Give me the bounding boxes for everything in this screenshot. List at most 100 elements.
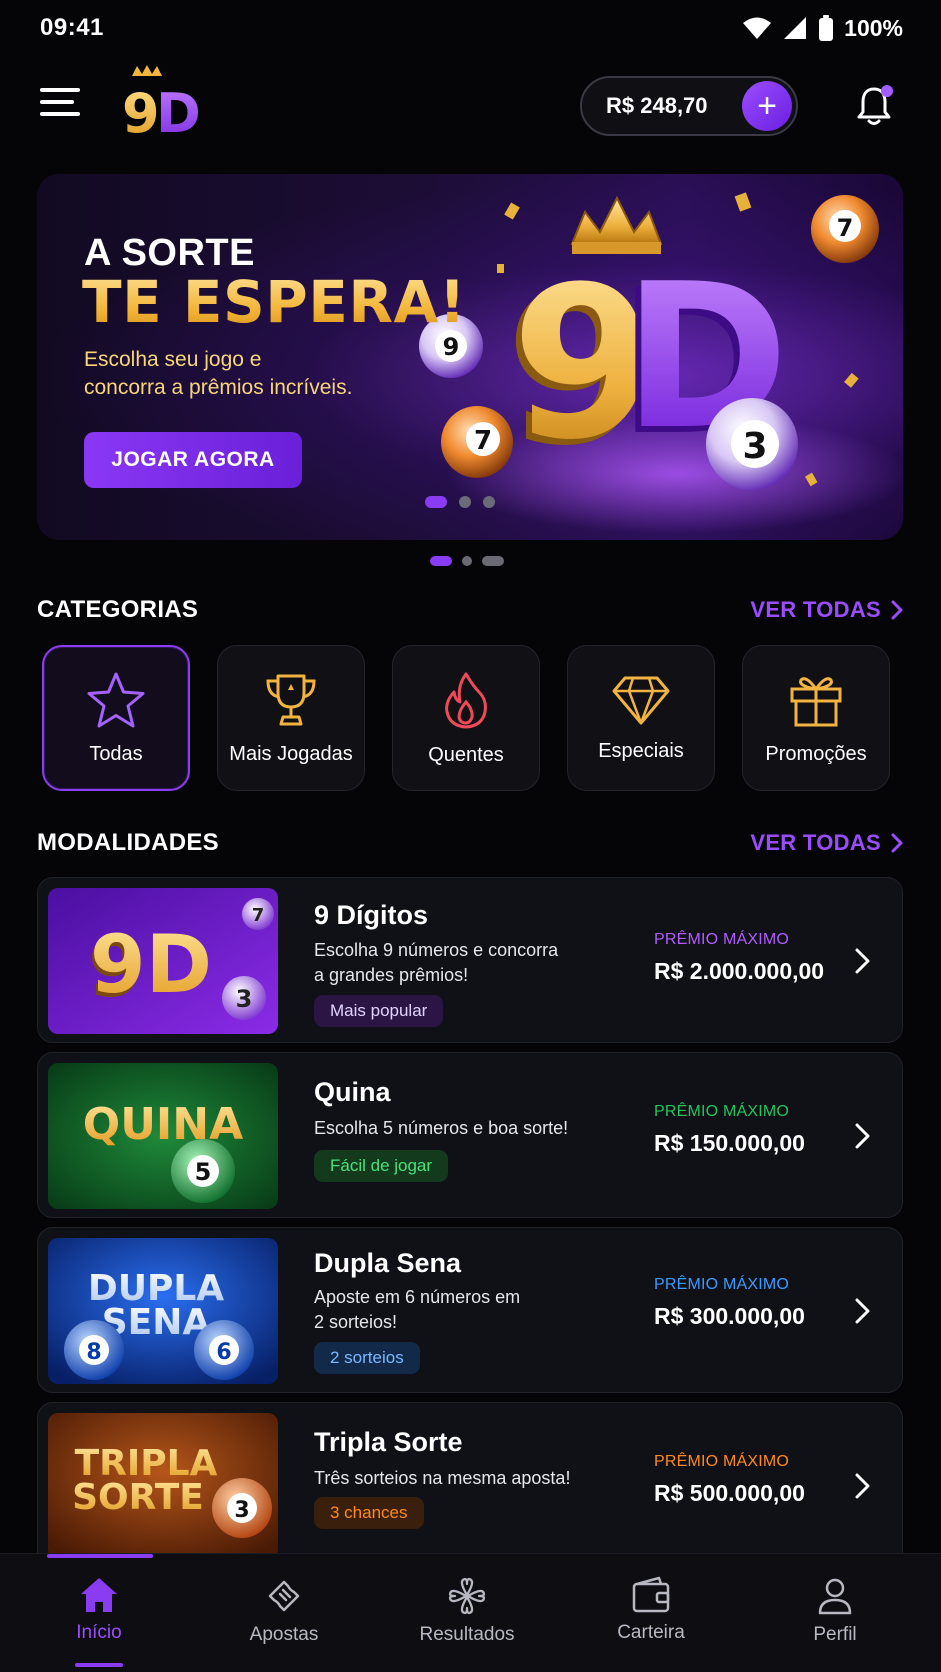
category-promocoes[interactable]: Promoções [742, 645, 890, 791]
thumb-dupla-ball-2: 6 [216, 1340, 231, 1365]
status-bar: 09:41 100% [0, 0, 941, 56]
categories-header: CATEGORIAS VER TODAS [37, 594, 903, 626]
banner-dot-3[interactable] [483, 496, 495, 508]
thumb-quina-text: QUINA [83, 1099, 243, 1150]
thumb-sorte-text: SORTE [72, 1477, 204, 1518]
chevron-right-icon [891, 833, 903, 853]
nav-item-inicio[interactable]: Início [34, 1576, 164, 1656]
banner-subtitle-line1: Escolha seu jogo e [84, 348, 262, 371]
category-label: Todas [89, 742, 143, 765]
diamond-icon [612, 676, 670, 724]
game-description: Escolha 9 números e concorra a grandes p… [314, 938, 584, 988]
categories-title: CATEGORIAS [37, 596, 199, 623]
nav-label: Apostas [249, 1624, 319, 1645]
thumb-dupla-ball-1: 8 [86, 1340, 101, 1365]
carousel-indicator [430, 556, 504, 566]
nav-item-resultados[interactable]: Resultados [402, 1576, 532, 1656]
user-icon [818, 1578, 852, 1615]
game-description-line1: Três sorteios na mesma aposta! [314, 1468, 571, 1488]
carousel-dot-1[interactable] [430, 556, 452, 566]
category-label: Quentes [428, 743, 504, 766]
category-todas[interactable]: Todas [42, 645, 190, 791]
game-card-dupla-sena[interactable]: DUPLA SENA 8 6 Dupla Sena Aposte em 6 nú… [37, 1227, 903, 1393]
wallet-icon [632, 1576, 670, 1613]
modalities-see-all-label: VER TODAS [750, 830, 881, 855]
chevron-right-icon [855, 948, 870, 974]
nav-label: Resultados [419, 1624, 515, 1645]
game-card-quina[interactable]: QUINA 5 Quina Escolha 5 números e boa so… [37, 1052, 903, 1218]
category-mais-jogadas[interactable]: Mais Jogadas [217, 645, 365, 791]
banner-ball-7b: 7 [837, 214, 854, 242]
prize-label: PRÊMIO MÁXIMO [654, 1103, 790, 1120]
banner-inner-dots [425, 496, 495, 508]
game-card-tripla-sorte[interactable]: TRIPLA SORTE 3 Tripla Sorte Três sorteio… [37, 1402, 903, 1568]
battery-icon [819, 15, 834, 41]
svg-text:7: 7 [252, 905, 265, 926]
prize-label: PRÊMIO MÁXIMO [654, 1276, 790, 1293]
game-description-line1: Escolha 5 números e boa sorte! [314, 1118, 569, 1138]
category-label: Especiais [598, 739, 684, 762]
game-thumbnail-quina: QUINA 5 [48, 1063, 278, 1209]
app-logo: 9 D [124, 65, 201, 144]
battery-percent: 100% [844, 14, 903, 41]
banner-dot-2[interactable] [459, 496, 471, 508]
bottom-navigation: Início Apostas Resultados Carteira Perfi… [0, 1553, 941, 1672]
categories-see-all-link[interactable]: VER TODAS [750, 597, 903, 623]
nav-item-apostas[interactable]: Apostas [219, 1576, 349, 1656]
menu-icon[interactable] [40, 88, 80, 120]
app-header: 9 D R$ 248,70 + [0, 64, 941, 148]
modalities-header: MODALIDADES VER TODAS [37, 827, 903, 859]
modalities-see-all-link[interactable]: VER TODAS [750, 830, 903, 856]
game-card-9-digitos[interactable]: 9 9D 7 3 9 Dígitos Escolha 9 números e c… [37, 877, 903, 1043]
prize-label: PRÊMIO MÁXIMO [654, 1453, 790, 1470]
nav-label: Início [76, 1622, 122, 1643]
games-list: 9 9D 7 3 9 Dígitos Escolha 9 números e c… [37, 877, 903, 1577]
wifi-icon [743, 17, 772, 39]
balance-amount: R$ 248,70 [606, 93, 708, 118]
flame-icon [445, 672, 487, 728]
category-label: Mais Jogadas [229, 742, 353, 765]
game-tag: 3 chances [314, 1497, 424, 1529]
promo-banner[interactable]: 9 9 D D 9 7 3 7 A SORTE TE ESPERA! Escol… [37, 174, 903, 540]
balance-pill[interactable]: R$ 248,70 + [580, 76, 798, 136]
notification-bell-icon[interactable] [854, 84, 894, 128]
nav-item-perfil[interactable]: Perfil [770, 1576, 900, 1656]
nav-label: Carteira [617, 1622, 685, 1643]
chevron-right-icon [855, 1123, 870, 1149]
category-quentes[interactable]: Quentes [392, 645, 540, 791]
thumb-quina-ball: 5 [195, 1158, 212, 1186]
game-name: Tripla Sorte [314, 1427, 463, 1457]
chevron-right-icon [855, 1298, 870, 1324]
banner-subtitle: Escolha seu jogo e concorra a prêmios in… [84, 346, 404, 402]
game-description-line2: a grandes prêmios! [314, 965, 469, 985]
game-description-line2: 2 sorteios! [314, 1312, 398, 1332]
banner-subtitle-line2: concorra a prêmios incríveis. [84, 376, 353, 399]
game-name: 9 Dígitos [314, 900, 429, 930]
status-icons: 100% [742, 15, 903, 42]
prize-value: R$ 500.000,00 [654, 1480, 805, 1506]
game-name: Dupla Sena [314, 1248, 462, 1278]
game-description: Escolha 5 números e boa sorte! [314, 1116, 614, 1141]
prize-value: R$ 150.000,00 [654, 1130, 805, 1156]
banner-ball-9: 9 [443, 333, 460, 361]
gift-icon [790, 676, 842, 726]
status-time: 09:41 [40, 14, 104, 41]
banner-ball-7: 7 [474, 426, 492, 456]
thumb-tripla-ball: 3 [234, 1498, 249, 1523]
nav-item-carteira[interactable]: Carteira [586, 1576, 716, 1656]
star-icon [87, 672, 145, 727]
carousel-dot-3[interactable] [482, 556, 504, 566]
svg-text:9: 9 [124, 82, 160, 144]
home-icon [81, 1578, 117, 1612]
category-especiais[interactable]: Especiais [567, 645, 715, 791]
banner-dot-1[interactable] [425, 496, 447, 508]
prize-label: PRÊMIO MÁXIMO [654, 931, 790, 948]
carousel-dot-2[interactable] [462, 556, 472, 566]
thumb-9d-text: 9D [90, 918, 212, 1011]
play-now-button[interactable]: JOGAR AGORA [84, 432, 302, 488]
svg-text:D: D [156, 82, 201, 144]
game-tag: Fácil de jogar [314, 1150, 449, 1182]
game-name: Quina [314, 1077, 391, 1107]
add-funds-button[interactable]: + [742, 81, 792, 131]
ticket-icon [268, 1580, 300, 1612]
